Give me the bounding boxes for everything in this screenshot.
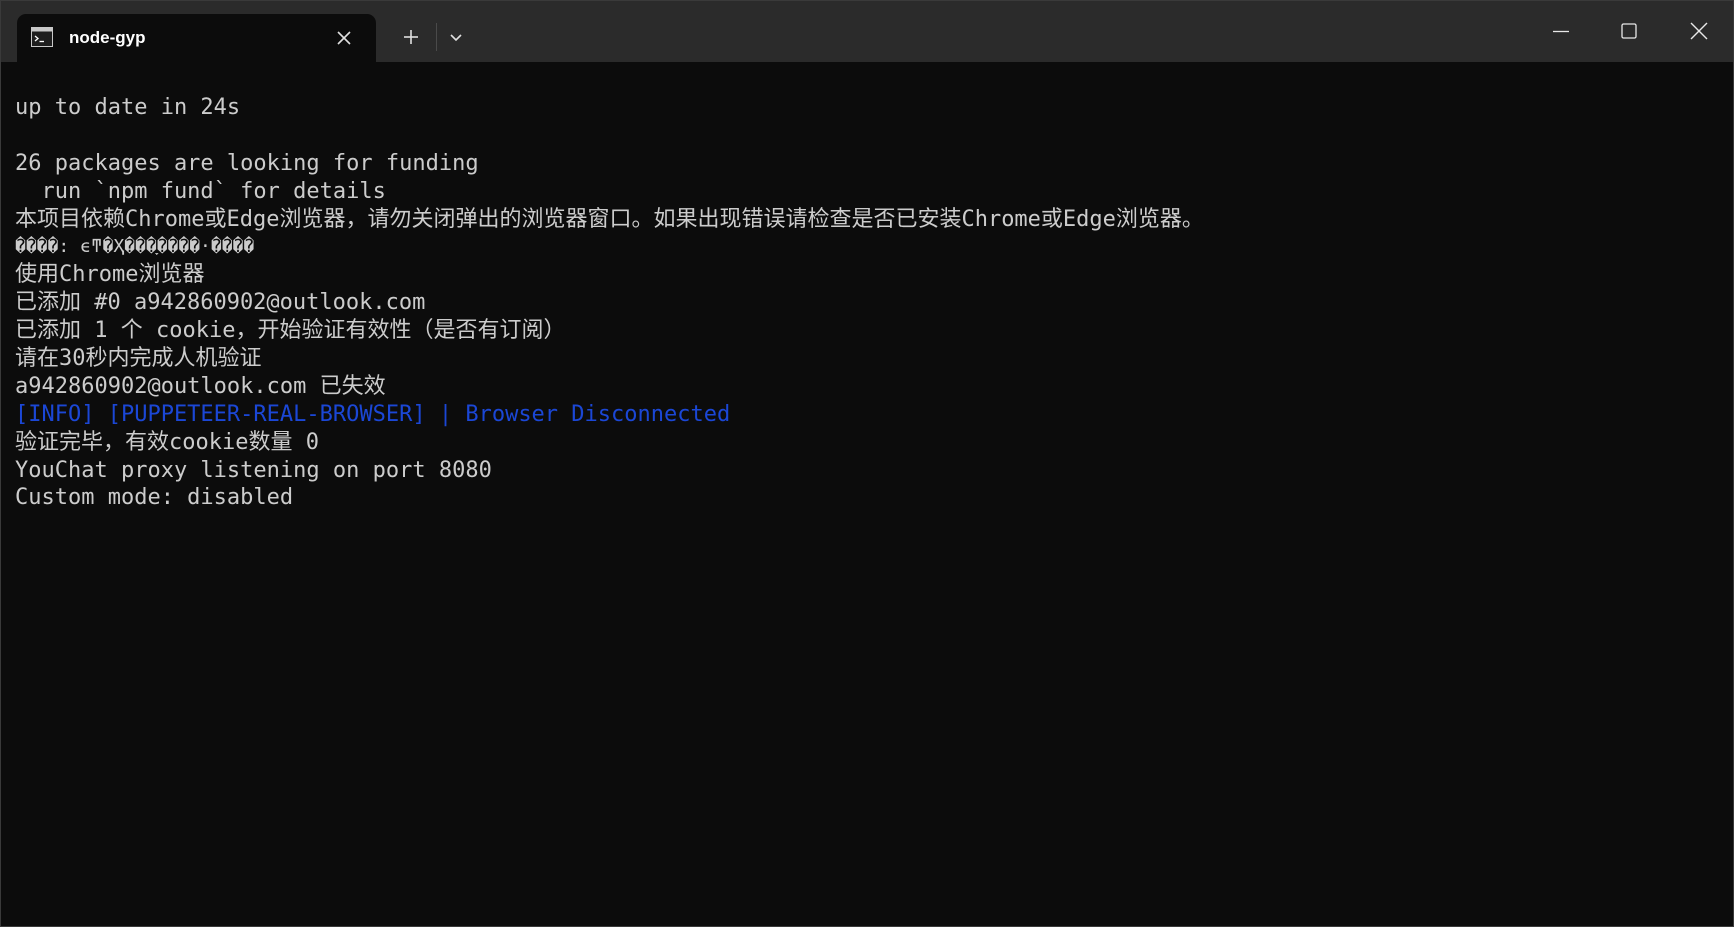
output-line: 请在30秒内完成人机验证 bbox=[15, 346, 262, 372]
tab-node-gyp[interactable]: node-gyp bbox=[17, 14, 376, 62]
close-icon bbox=[1690, 22, 1708, 40]
output-line: a942860902@outlook.com 已失效 bbox=[15, 373, 386, 399]
close-tab-button[interactable] bbox=[333, 27, 355, 49]
output-line: 26 packages are looking for funding bbox=[15, 150, 479, 176]
chevron-down-icon bbox=[450, 34, 462, 42]
output-line: run `npm fund` for details bbox=[15, 178, 386, 204]
output-line: 验证完毕，有效cookie数量 0 bbox=[15, 429, 319, 455]
output-line: YouChat proxy listening on port 8080 bbox=[15, 457, 492, 483]
output-line: 本项目依赖Chrome或Edge浏览器，请勿关闭弹出的浏览器窗口。如果出现错误请… bbox=[15, 206, 1204, 232]
minimize-button[interactable] bbox=[1527, 1, 1595, 62]
terminal-output[interactable]: up to date in 24s 26 packages are lookin… bbox=[1, 62, 1733, 926]
output-line: 使用Chrome浏览器 bbox=[15, 262, 205, 288]
new-tab-button[interactable] bbox=[393, 19, 429, 55]
new-tab-dropdown-button[interactable] bbox=[441, 19, 471, 55]
output-line: 已添加 1 个 cookie，开始验证有效性（是否有订阅） bbox=[15, 318, 566, 344]
output-line: up to date in 24s bbox=[15, 95, 241, 120]
terminal-icon bbox=[31, 27, 53, 47]
output-line: Custom mode: disabled bbox=[15, 485, 294, 511]
minimize-icon bbox=[1553, 30, 1569, 33]
close-icon bbox=[337, 31, 351, 45]
close-window-button[interactable] bbox=[1665, 1, 1733, 62]
terminal-window: node-gyp up to date in 24s 26 packages a… bbox=[0, 0, 1734, 927]
tab-title: node-gyp bbox=[69, 28, 146, 47]
output-line: ����: ϵͳ�Ҳ���ָ����·���� bbox=[15, 236, 255, 258]
info-log-line: [INFO] [PUPPETEER-REAL-BROWSER] | Browse… bbox=[15, 401, 731, 427]
maximize-icon bbox=[1621, 23, 1637, 39]
plus-icon bbox=[404, 30, 418, 44]
title-bar: node-gyp bbox=[1, 1, 1733, 62]
maximize-button[interactable] bbox=[1595, 1, 1663, 62]
output-line: 已添加 #0 a942860902@outlook.com bbox=[15, 290, 426, 316]
tab-separator bbox=[436, 23, 437, 51]
